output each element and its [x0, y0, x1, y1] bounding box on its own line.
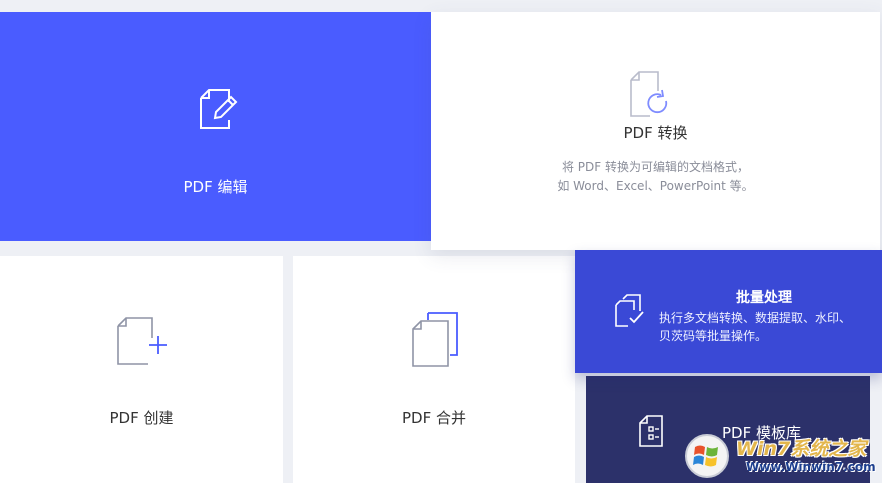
convert-document-icon [628, 69, 672, 119]
batch-desc-line2: 贝茨码等批量操作。 [659, 329, 768, 343]
create-document-icon [114, 314, 170, 368]
pdf-edit-title: PDF 编辑 [183, 178, 248, 196]
edit-document-icon [191, 84, 241, 134]
batch-processing-title: 批量处理 [736, 290, 792, 306]
pdf-convert-desc-line2: 如 Word、Excel、PowerPoint 等。 [557, 179, 754, 193]
watermark: Win7系统之家 Www.Winwin7.com [684, 430, 882, 483]
pdf-convert-title: PDF 转换 [623, 124, 688, 142]
pdf-merge-card[interactable]: PDF 合并 [293, 256, 575, 483]
watermark-title: Win7系统之家 [736, 438, 867, 460]
batch-desc-line1: 执行多文档转换、数据提取、水印、 [659, 311, 852, 325]
pdf-convert-description: 将 PDF 转换为可编辑的文档格式， 如 Word、Excel、PowerPoi… [431, 158, 880, 196]
batch-processing-card[interactable]: 批量处理 执行多文档转换、数据提取、水印、 贝茨码等批量操作。 [575, 250, 882, 373]
watermark-url: Www.Winwin7.com [746, 460, 876, 474]
windows-logo-icon [684, 433, 730, 479]
merge-documents-icon [410, 311, 460, 369]
pdf-create-card[interactable]: PDF 创建 [0, 256, 283, 483]
batch-processing-description: 执行多文档转换、数据提取、水印、 贝茨码等批量操作。 [659, 309, 879, 345]
pdf-merge-title: PDF 合并 [402, 409, 466, 427]
pdf-convert-card[interactable]: PDF 转换 将 PDF 转换为可编辑的文档格式， 如 Word、Excel、P… [431, 12, 880, 250]
pdf-feature-grid: PDF 编辑 PDF 转换 将 PDF 转换为可编辑的文档格式， 如 Word、… [0, 0, 882, 483]
pdf-create-title: PDF 创建 [109, 409, 174, 427]
pdf-edit-card[interactable]: PDF 编辑 [0, 12, 431, 241]
template-document-icon [638, 414, 668, 448]
pdf-convert-desc-line1: 将 PDF 转换为可编辑的文档格式， [561, 160, 749, 174]
